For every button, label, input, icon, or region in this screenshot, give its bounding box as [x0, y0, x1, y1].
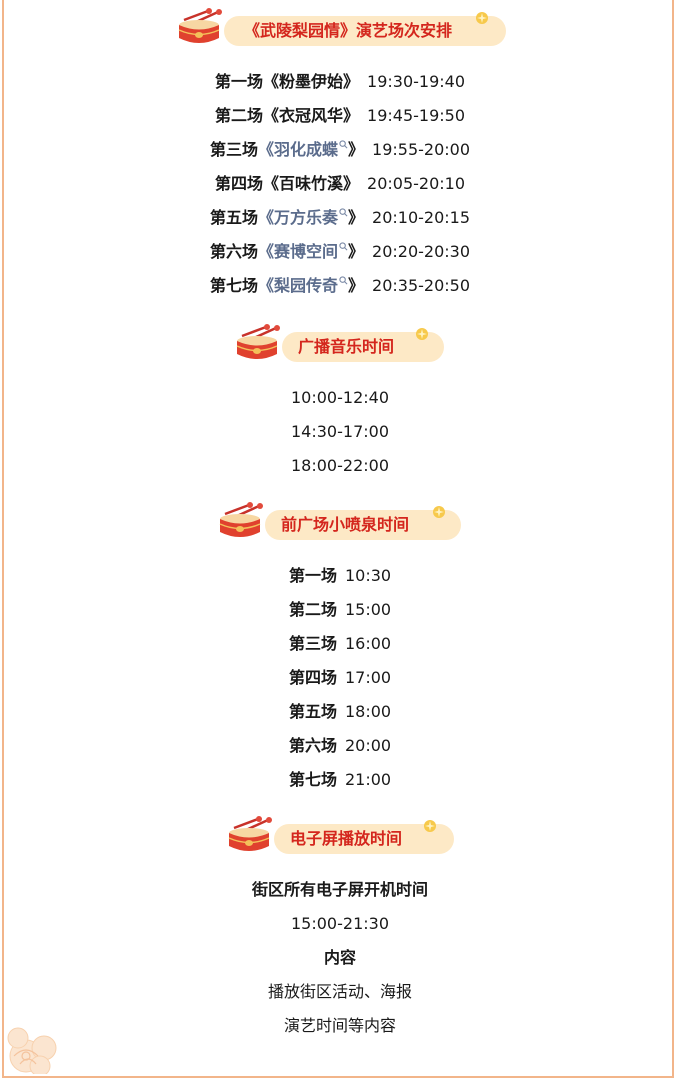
show-number: 第七场	[209, 276, 258, 295]
show-close: 》	[348, 242, 365, 261]
broadcast-time: 18:00-22:00	[291, 456, 389, 475]
fountain-row: 第六场 20:00	[4, 736, 676, 756]
flower-icon	[7, 1027, 57, 1074]
fountain-time: 21:00	[344, 770, 392, 789]
show-time: 20:35-20:50	[372, 276, 471, 295]
show-number: 第二场	[214, 106, 263, 125]
show-open: 《	[257, 276, 274, 295]
show-name-link[interactable]: 羽化成蝶	[274, 140, 338, 159]
content-frame: 《武陵梨园情》演艺场次安排 第一场《粉墨伊始》 19:30-19:40 第二场《衣冠…	[2, 0, 674, 1078]
drum-icon	[178, 8, 222, 43]
drum-icon	[236, 324, 280, 359]
show-name-link[interactable]: 万方乐奏	[274, 208, 338, 227]
section-title: 广播音乐时间	[298, 337, 395, 356]
show-open: 《	[257, 242, 274, 261]
show-number: 第六场	[209, 242, 258, 261]
fountain-row: 第一场 10:30	[4, 566, 676, 586]
fountain-time: 18:00	[344, 702, 392, 721]
sparkle-icon	[476, 12, 488, 24]
sparkle-icon	[424, 820, 436, 832]
show-name-link[interactable]: 赛博空间	[274, 242, 338, 261]
fountain-row: 第二场 15:00	[4, 600, 676, 620]
search-icon	[339, 276, 348, 285]
search-icon	[339, 208, 348, 217]
screens-power-time: 15:00-21:30	[291, 914, 389, 933]
show-time: 19:45-19:50	[367, 106, 466, 125]
fountain-number: 第一场	[288, 566, 337, 585]
fountain-number: 第四场	[288, 668, 337, 687]
section-title: 电子屏播放时间	[290, 829, 403, 848]
broadcast-time: 10:00-12:40	[291, 388, 389, 407]
fountain-time: 17:00	[344, 668, 392, 687]
show-open: 《	[257, 208, 274, 227]
show-time: 20:20-20:30	[372, 242, 471, 261]
screens-content-line2: 演艺时间等内容	[283, 1016, 396, 1035]
show-open: 《	[262, 72, 279, 91]
show-close: 》	[348, 208, 365, 227]
show-open: 《	[262, 106, 279, 125]
show-close: 》	[343, 174, 360, 193]
fountain-row: 第三场 16:00	[4, 634, 676, 654]
fountain-number: 第五场	[288, 702, 337, 721]
show-name: 百味竹溪	[279, 174, 344, 193]
fountain-number: 第三场	[288, 634, 337, 653]
show-time: 20:05-20:10	[367, 174, 466, 193]
show-close: 》	[348, 276, 365, 295]
section-title: 前广场小喷泉时间	[281, 515, 410, 534]
section-header-schedule: 《武陵梨园情》演艺场次安排	[178, 8, 508, 52]
drum-icon	[219, 502, 263, 537]
show-row: 第六场《赛博空间》 20:20-20:30	[4, 242, 676, 262]
show-row: 第五场《万方乐奏》 20:10-20:15	[4, 208, 676, 228]
show-open: 《	[257, 140, 274, 159]
show-name: 衣冠风华	[279, 106, 344, 125]
section-header-fountain: 前广场小喷泉时间	[219, 502, 465, 546]
fountain-time: 10:30	[344, 566, 392, 585]
show-name: 粉墨伊始	[279, 72, 344, 91]
show-close: 》	[348, 140, 365, 159]
fountain-time: 15:00	[344, 600, 392, 619]
show-row: 第七场《梨园传奇》 20:35-20:50	[4, 276, 676, 296]
show-number: 第三场	[209, 140, 258, 159]
show-row: 第三场《羽化成蝶》 19:55-20:00	[4, 140, 676, 160]
show-number: 第四场	[214, 174, 263, 193]
show-close: 》	[343, 106, 360, 125]
screens-power-label: 街区所有电子屏开机时间	[251, 880, 428, 899]
show-time: 20:10-20:15	[372, 208, 471, 227]
fountain-number: 第二场	[288, 600, 337, 619]
search-icon	[339, 140, 348, 149]
fountain-number: 第七场	[288, 770, 337, 789]
show-number: 第五场	[209, 208, 258, 227]
sparkle-icon	[433, 506, 445, 518]
fountain-time: 16:00	[344, 634, 392, 653]
search-icon	[339, 242, 348, 251]
section-header-broadcast: 广播音乐时间	[236, 324, 446, 368]
show-row: 第一场《粉墨伊始》 19:30-19:40	[4, 72, 676, 92]
fountain-time: 20:00	[344, 736, 392, 755]
fountain-row: 第五场 18:00	[4, 702, 676, 722]
show-row: 第二场《衣冠风华》 19:45-19:50	[4, 106, 676, 126]
section-header-screens: 电子屏播放时间	[228, 816, 456, 860]
screens-content-line1: 播放街区活动、海报	[267, 982, 412, 1001]
fountain-number: 第六场	[288, 736, 337, 755]
broadcast-time: 14:30-17:00	[291, 422, 389, 441]
fountain-row: 第七场 21:00	[4, 770, 676, 790]
fountain-row: 第四场 17:00	[4, 668, 676, 688]
section-title: 《武陵梨园情》演艺场次安排	[244, 21, 453, 40]
show-time: 19:55-20:00	[372, 140, 471, 159]
screens-content-label: 内容	[323, 948, 356, 967]
show-number: 第一场	[214, 72, 263, 91]
drum-icon	[228, 816, 272, 851]
show-name-link[interactable]: 梨园传奇	[274, 276, 338, 295]
show-row: 第四场《百味竹溪》 20:05-20:10	[4, 174, 676, 194]
show-time: 19:30-19:40	[367, 72, 466, 91]
sparkle-icon	[416, 328, 428, 340]
show-close: 》	[343, 72, 360, 91]
show-open: 《	[262, 174, 279, 193]
